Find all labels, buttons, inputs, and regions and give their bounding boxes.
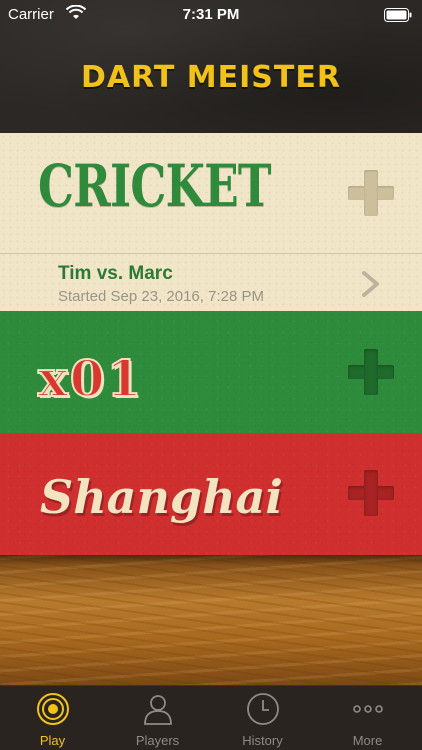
tab-play[interactable]: Play [0, 686, 105, 750]
in-progress-game-row[interactable]: Tim vs. Marc Started Sep 23, 2016, 7:28 … [0, 254, 422, 311]
add-x01-game-button[interactable] [348, 349, 394, 395]
game-row-title: Tim vs. Marc [58, 263, 173, 284]
add-cricket-game-button[interactable] [348, 170, 394, 216]
battery-icon [384, 8, 412, 22]
tab-history[interactable]: History [210, 686, 315, 750]
add-shanghai-game-button[interactable] [348, 470, 394, 516]
x01-title[interactable]: x01 [37, 348, 143, 409]
tab-label: Play [39, 733, 66, 748]
ellipsis-icon [353, 705, 383, 713]
wood-background [0, 555, 422, 685]
tab-bar: Play Players History More [0, 685, 422, 750]
tab-more[interactable]: More [315, 686, 420, 750]
tab-label: More [352, 733, 383, 748]
header-area: Carrier 7:31 PM DART MEISTER [0, 0, 422, 133]
wood-shadow [0, 555, 422, 565]
app-title: DART MEISTER [81, 60, 341, 95]
chevron-right-icon [362, 271, 379, 297]
game-row-subtitle: Started Sep 23, 2016, 7:28 PM [58, 288, 264, 305]
tab-label: History [242, 733, 283, 748]
target-icon [37, 693, 69, 725]
tab-label: Players [135, 733, 180, 748]
status-time: 7:31 PM [182, 6, 240, 23]
status-bar: Carrier 7:31 PM [0, 0, 422, 30]
tab-players[interactable]: Players [105, 686, 210, 750]
person-icon [144, 695, 172, 725]
cricket-title[interactable]: CRICKET [38, 152, 272, 220]
clock-icon [247, 693, 279, 725]
shanghai-title[interactable]: Shanghai [40, 470, 283, 524]
